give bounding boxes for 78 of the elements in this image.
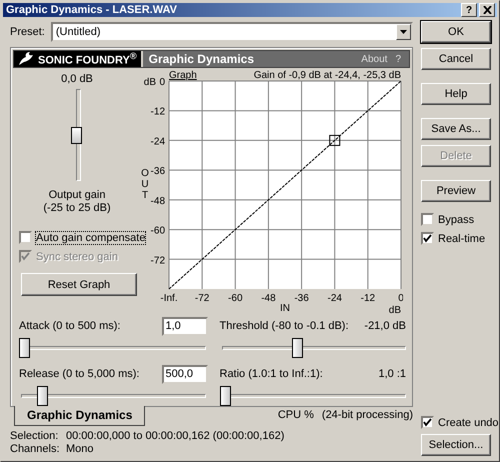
status-label: Selection: — [10, 430, 60, 443]
parameter-label: Attack (0 to 500 ms): — [19, 320, 120, 332]
x-axis-title: IN — [280, 303, 290, 314]
selection-button[interactable]: Selection... — [421, 434, 491, 456]
help-button[interactable]: ? — [461, 3, 477, 17]
brand-name: SONIC FOUNDRY$^{®}$ — [38, 51, 137, 67]
cpu-label: CPU % — [278, 409, 314, 421]
help-link[interactable]: ? — [395, 54, 401, 64]
slider-thumb[interactable] — [292, 338, 304, 358]
dialog-button[interactable]: OK — [421, 21, 491, 43]
x-tick-label: -60 — [228, 293, 242, 304]
y-tick-label: -36 — [150, 166, 165, 178]
parameter-slider[interactable] — [220, 338, 408, 358]
parameter-slider[interactable] — [220, 386, 408, 406]
y-tick-label: -12 — [150, 106, 165, 118]
processing-note: (24-bit processing) — [322, 409, 413, 421]
slider-thumb[interactable] — [36, 386, 48, 406]
y-tick-label: 0 — [159, 77, 165, 88]
dialog-button[interactable]: Help — [421, 83, 491, 105]
window-title: Graphic Dynamics - LASER.WAV — [6, 4, 178, 16]
slider-thumb[interactable] — [220, 386, 230, 406]
about-link[interactable]: About — [361, 54, 388, 64]
input-field[interactable]: 1,0 — [162, 316, 208, 336]
y-tick-label: -48 — [150, 196, 165, 207]
close-button[interactable] — [479, 3, 495, 17]
checkbox[interactable] — [421, 213, 434, 226]
y-axis-letter: O — [141, 168, 149, 179]
checkbox[interactable] — [19, 231, 32, 244]
checkbox-label[interactable]: Bypass — [438, 214, 474, 226]
x-unit-label: dB — [388, 305, 401, 316]
x-tick-label: -Inf. — [160, 293, 178, 304]
bird-logo-icon — [17, 51, 35, 67]
y-axis-letter: U — [141, 179, 149, 190]
y-tick-label: -24 — [150, 136, 165, 148]
slider-thumb[interactable] — [19, 338, 30, 358]
status-label: Channels: — [10, 443, 61, 456]
transfer-graph[interactable] — [168, 80, 402, 290]
panel-tab[interactable]: Graphic Dynamics — [14, 406, 146, 426]
dialog-button[interactable]: Cancel — [421, 48, 491, 70]
parameter-slider[interactable] — [19, 386, 208, 406]
close-icon — [482, 6, 492, 14]
graph-label: Graph — [169, 70, 197, 81]
x-tick-label: 0 — [398, 293, 403, 304]
plugin-title: Graphic Dynamics — [148, 52, 255, 66]
checkbox-label[interactable]: Create undo — [438, 416, 499, 428]
preset-label: Preset: — [10, 26, 45, 38]
y-unit-label: dB — [144, 77, 156, 88]
gain-readout: Gain of -0,9 dB at -24,4, -25,3 dB — [254, 70, 401, 81]
reset-graph-button[interactable]: Reset Graph — [21, 273, 137, 296]
parameter-label: Release (0 to 5,000 ms): — [19, 368, 140, 380]
x-tick-label: -72 — [194, 293, 210, 304]
checkbox-label[interactable]: Auto gain compensate — [36, 232, 146, 244]
x-tick-label: -48 — [261, 293, 276, 304]
x-tick-label: -12 — [360, 293, 376, 304]
x-tick-label: -24 — [328, 293, 342, 304]
output-gain-reading: 0,0 dB — [61, 73, 93, 85]
slider-thumb[interactable] — [70, 126, 82, 144]
checkbox-label[interactable]: Real-time — [438, 232, 486, 244]
status-value: 00:00:00,000 to 00:00:00,162 (00:00:00,162) — [66, 430, 284, 443]
output-gain-range: (-25 to 25 dB) — [43, 202, 111, 215]
y-tick-label: -72 — [150, 255, 165, 266]
y-axis-letter: T — [142, 190, 148, 201]
parameter-label: Ratio (1.0:1 to Inf.:1): — [220, 368, 323, 380]
preset-dropdown[interactable]: (Untitled) — [50, 22, 413, 42]
status-value: Mono — [66, 443, 94, 456]
parameter-slider[interactable] — [19, 338, 208, 358]
y-tick-label: -60 — [150, 226, 165, 237]
dialog-button[interactable]: Preview — [421, 180, 491, 202]
curve-handle[interactable] — [329, 134, 340, 146]
checkbox[interactable] — [421, 416, 434, 429]
checkbox[interactable] — [421, 232, 434, 245]
output-gain-label: Output gain — [48, 189, 106, 202]
dialog-button[interactable]: Save As... — [421, 118, 491, 140]
input-field[interactable]: 500,0 — [162, 364, 208, 384]
parameter-reading: 1,0 :1 — [378, 368, 407, 380]
parameter-label: Threshold (-80 to -0.1 dB): — [220, 320, 349, 332]
x-tick-label: -36 — [294, 293, 309, 304]
parameter-reading: -21,0 dB — [364, 320, 407, 332]
